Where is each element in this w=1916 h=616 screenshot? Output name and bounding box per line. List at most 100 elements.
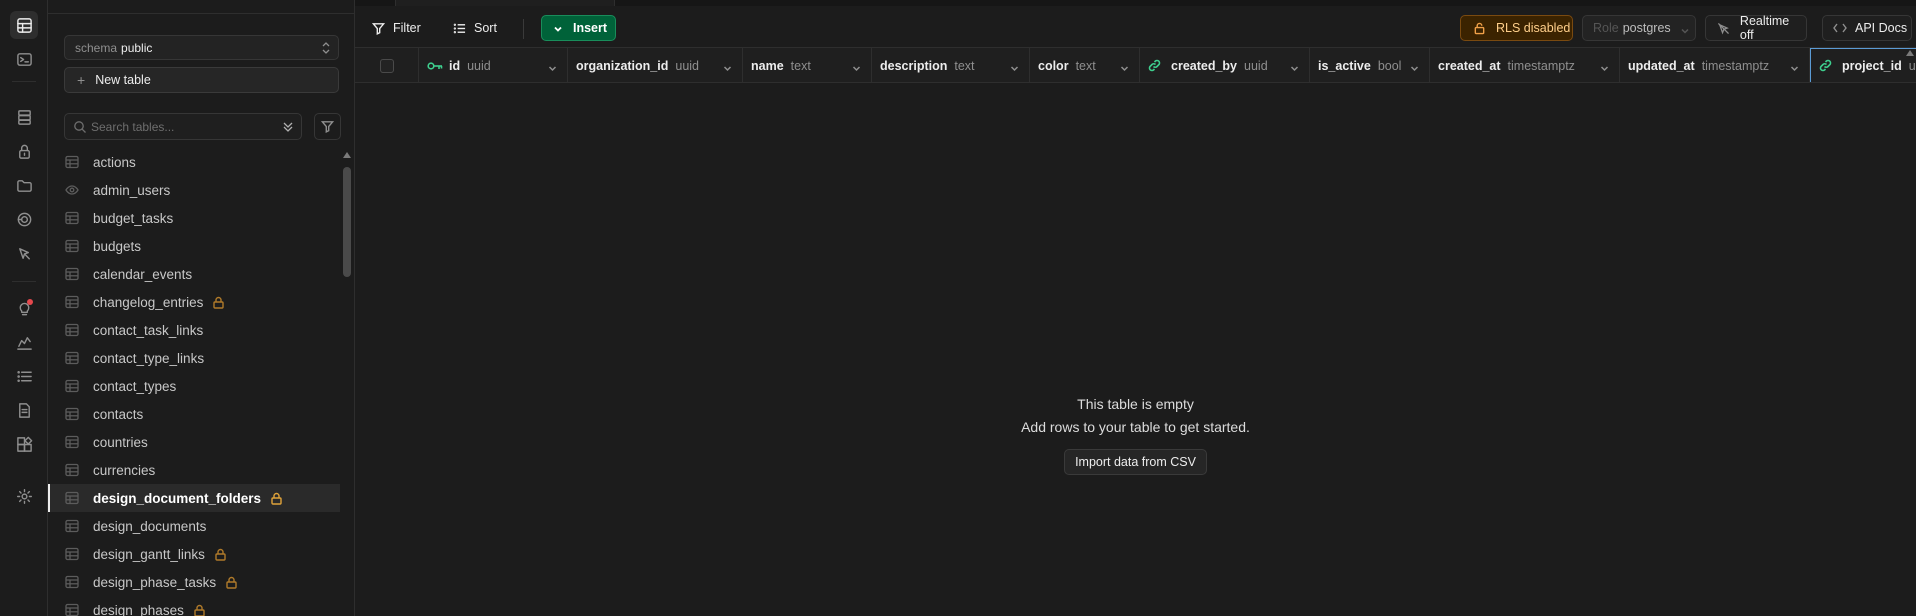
settings-icon[interactable] (10, 482, 38, 510)
notification-dot (27, 299, 33, 305)
schema-selector[interactable]: schema public (64, 35, 339, 60)
table-list-item[interactable]: design_documents (48, 512, 340, 540)
table-list-item[interactable]: design_phases (48, 596, 340, 616)
scroll-up-arrow[interactable] (343, 152, 351, 158)
table-list-item[interactable]: calendar_events (48, 260, 340, 288)
table-name: countries (93, 434, 148, 450)
new-table-button[interactable]: + New table (64, 67, 339, 93)
chevron-down-icon[interactable] (548, 62, 557, 72)
table-list-item[interactable]: design_phase_tasks (48, 568, 340, 596)
column-header-color[interactable]: color text (1030, 48, 1140, 82)
column-name: created_by (1171, 58, 1238, 73)
integrations-icon[interactable] (10, 430, 38, 458)
scroll-thumb[interactable] (343, 167, 351, 277)
column-header-id[interactable]: id uuid (419, 48, 568, 82)
table-name: design_phase_tasks (93, 574, 217, 590)
column-header-description[interactable]: description text (872, 48, 1030, 82)
table-list-item[interactable]: budget_tasks (48, 204, 340, 232)
column-header-created-at[interactable]: created_at timestamptz (1430, 48, 1620, 82)
column-header-name[interactable]: name text (743, 48, 872, 82)
chevron-down-icon[interactable] (1600, 62, 1609, 72)
storage-icon[interactable] (10, 171, 38, 199)
column-type: text (954, 58, 975, 73)
table-icon (65, 435, 79, 449)
table-list-item[interactable]: changelog_entries (48, 288, 340, 316)
column-name: description (880, 58, 948, 73)
column-header-project-id[interactable]: project_id uuid (1810, 48, 1916, 82)
reports-icon[interactable] (10, 328, 38, 356)
realtime-icon[interactable] (10, 205, 38, 233)
role-selector[interactable]: Role postgres (1582, 15, 1696, 41)
api-docs-label: API Docs (1855, 21, 1908, 35)
chevron-up-down-icon (322, 42, 330, 54)
chevron-down-icon[interactable] (723, 62, 732, 72)
foreign-key-link-icon (1819, 59, 1832, 72)
sql-editor-icon[interactable] (10, 45, 38, 73)
table-icon (65, 547, 79, 561)
chevron-down-icon[interactable] (1290, 62, 1299, 72)
empty-state: This table is empty Add rows to your tab… (355, 396, 1916, 475)
sidebar-scrollbar[interactable] (341, 150, 353, 616)
column-type: uuid (675, 58, 700, 73)
realtime-off-icon (1717, 22, 1729, 34)
chevron-down-icon[interactable] (1120, 62, 1129, 72)
column-header-organization-id[interactable]: organization_id uuid (568, 48, 743, 82)
table-list-item[interactable]: budgets (48, 232, 340, 260)
edge-functions-icon[interactable] (10, 239, 38, 267)
filter-tables-button[interactable] (314, 113, 341, 140)
import-csv-button[interactable]: Import data from CSV (1064, 449, 1207, 475)
table-list-item[interactable]: currencies (48, 456, 340, 484)
collapse-icon[interactable] (281, 120, 295, 134)
search-icon (74, 121, 86, 133)
table-list-item[interactable]: design_document_folders (48, 484, 340, 512)
search-tables-input[interactable]: Search tables... (64, 113, 302, 140)
chevron-down-icon (553, 23, 563, 33)
auth-icon[interactable] (10, 137, 38, 165)
table-list-item[interactable]: countries (48, 428, 340, 456)
table-sidebar: schema public + New table Search tables.… (48, 0, 355, 616)
chevron-down-icon[interactable] (1410, 62, 1419, 72)
table-list-item[interactable]: contact_types (48, 372, 340, 400)
sidebar-divider (48, 13, 354, 14)
table-name: contacts (93, 406, 144, 422)
table-list-item[interactable]: contacts (48, 400, 340, 428)
database-icon[interactable] (10, 103, 38, 131)
rls-disabled-button[interactable]: RLS disabled (1460, 15, 1573, 41)
table-list-item[interactable]: actions (48, 148, 340, 176)
advisors-icon[interactable] (10, 294, 38, 322)
table-editor-main: Filter Sort Insert RLS disabled Role pos… (355, 0, 1916, 616)
filter-button[interactable]: Filter (372, 15, 421, 41)
chevron-down-icon[interactable] (852, 62, 861, 72)
logs-icon[interactable] (10, 362, 38, 390)
realtime-toggle-button[interactable]: Realtime off (1705, 14, 1807, 42)
table-list-item[interactable]: admin_users (48, 176, 340, 204)
grid-scroll-up[interactable] (1906, 50, 1914, 60)
column-type: timestamptz (1701, 58, 1770, 73)
column-header-is-active[interactable]: is_active bool (1310, 48, 1430, 82)
column-name: updated_at (1628, 58, 1695, 73)
table-name: budget_tasks (93, 210, 174, 226)
table-list-item[interactable]: design_gantt_links (48, 540, 340, 568)
table-name: contact_type_links (93, 350, 205, 366)
chevron-down-icon[interactable] (1790, 62, 1799, 72)
sort-button[interactable]: Sort (453, 15, 497, 41)
primary-key-icon (427, 60, 443, 72)
table-list-item[interactable]: contact_type_links (48, 344, 340, 372)
column-header-updated-at[interactable]: updated_at timestamptz (1620, 48, 1810, 82)
api-docs-icon[interactable] (10, 396, 38, 424)
chevron-down-icon[interactable] (1010, 62, 1019, 72)
column-name: color (1038, 58, 1069, 73)
insert-label: Insert (573, 21, 608, 35)
table-name: design_phases (93, 602, 184, 616)
table-icon (65, 295, 79, 309)
table-list-item[interactable]: contact_task_links (48, 316, 340, 344)
rail-divider (12, 81, 36, 82)
table-editor-icon[interactable] (10, 11, 38, 39)
select-all-checkbox[interactable] (379, 58, 394, 73)
column-header-created-by[interactable]: created_by uuid (1140, 48, 1310, 82)
table-name: design_documents (93, 518, 207, 534)
api-docs-button[interactable]: API Docs (1822, 15, 1912, 41)
column-type: timestamptz (1507, 58, 1575, 73)
table-icon (65, 519, 79, 533)
insert-button[interactable]: Insert (541, 15, 616, 41)
